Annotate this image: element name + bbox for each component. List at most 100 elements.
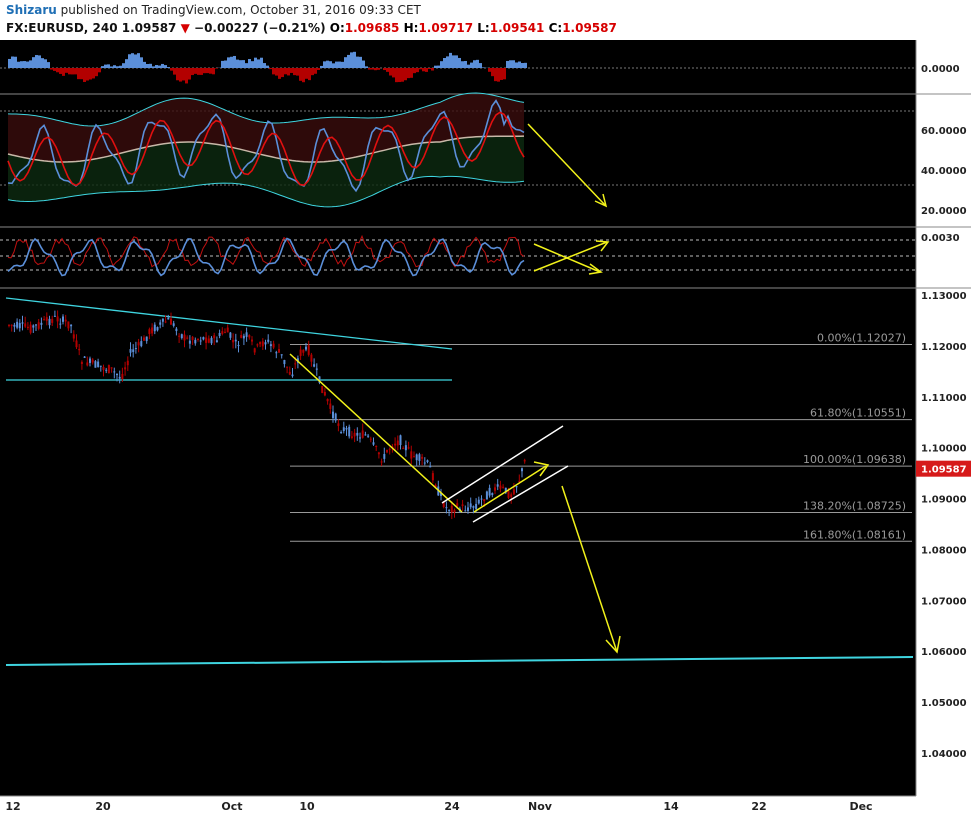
candle-body (402, 448, 405, 450)
histogram-bar (110, 66, 113, 68)
fib-level-label: 100.00%(1.09638) (803, 453, 906, 466)
candle-body (345, 428, 348, 430)
symbol-label[interactable]: FX:EURUSD, 240 (6, 21, 118, 35)
candle-body (143, 337, 145, 341)
candle-body (361, 430, 364, 438)
histogram-bar (164, 65, 167, 68)
histogram-bar (299, 68, 302, 81)
candle-body (170, 318, 172, 325)
candle-body (207, 338, 210, 343)
histogram-bar (338, 61, 341, 68)
candle-body (183, 334, 186, 341)
candle-body (213, 335, 216, 339)
candle-body (364, 434, 367, 436)
candle-body (353, 432, 356, 437)
histogram-bar (386, 68, 389, 72)
histogram-bar (302, 68, 305, 83)
candle-body (359, 437, 361, 439)
high-value: 1.09717 (418, 21, 474, 35)
candle-body (426, 460, 429, 462)
candle-body (94, 361, 97, 368)
bands-tick-label: 40.0000 (921, 166, 967, 177)
histogram-bar (374, 68, 377, 71)
histogram-bar (443, 58, 446, 68)
candle-body (288, 371, 291, 375)
histogram-bar (176, 68, 179, 81)
time-tick-label: 10 (299, 800, 315, 813)
histogram-bar (425, 68, 428, 72)
time-tick-label: 12 (5, 800, 20, 813)
candle-body (188, 340, 191, 344)
candle-body (256, 344, 259, 346)
histogram-bar (155, 65, 158, 68)
low-label: L: (477, 21, 490, 35)
histogram-bar (440, 61, 443, 68)
candle-body (145, 336, 148, 342)
candle-body (129, 349, 132, 353)
histogram-bar (419, 68, 422, 70)
candle-body (194, 339, 197, 344)
histogram-bar (422, 68, 425, 72)
down-arrow-icon: ▼ (180, 21, 190, 35)
candle-body (299, 349, 302, 356)
histogram-bar (62, 68, 65, 76)
candle-body (45, 317, 48, 321)
chart-svg[interactable]: 0.00%(1.12027) 61.80%(1.10551) 100.00%(1.0… (0, 40, 971, 821)
histogram-bar (452, 55, 455, 68)
histogram-bar (446, 56, 449, 68)
histogram-bar (14, 56, 17, 68)
ohlc-line: FX:EURUSD, 240 1.09587 ▼ −0.00227 (−0.21… (6, 21, 617, 35)
candle-body (113, 371, 116, 373)
candle-body (259, 342, 262, 345)
histogram-bar (8, 58, 11, 68)
candle-body (75, 340, 78, 348)
histogram-bar (152, 66, 155, 68)
candle-body (180, 334, 183, 339)
candle-body (226, 327, 229, 333)
histogram-bar (200, 68, 203, 75)
candle-body (404, 445, 407, 451)
histogram-bar (242, 60, 245, 68)
candle-body (291, 374, 294, 377)
histogram-bar (131, 53, 134, 68)
candle-body (13, 324, 16, 327)
candle-body (512, 489, 515, 495)
histogram-bar (221, 60, 224, 68)
histogram-bar (86, 68, 89, 81)
time-tick-label: 24 (444, 800, 460, 813)
candle-body (21, 322, 24, 324)
histogram-bar (47, 62, 50, 68)
candle-body (267, 339, 270, 342)
histogram-bar (146, 63, 149, 68)
histogram-bar (116, 66, 119, 68)
histogram-bar (335, 61, 338, 68)
candle-body (399, 435, 402, 446)
histogram-bar (314, 68, 317, 74)
histogram-bar (263, 63, 266, 68)
histogram-bar (185, 68, 188, 84)
low-value: 1.09541 (489, 21, 545, 35)
candle-body (178, 335, 181, 337)
candle-body (423, 462, 426, 464)
histogram-bar (143, 61, 146, 68)
candle-body (140, 341, 143, 347)
candle-body (502, 486, 505, 488)
histogram-bar (248, 59, 251, 68)
histogram-bar (368, 68, 371, 70)
histogram-bar (20, 61, 23, 68)
histogram-bar (125, 59, 128, 68)
author-link[interactable]: Shizaru (6, 3, 57, 17)
close-value: 1.09587 (562, 21, 617, 35)
candle-body (413, 456, 415, 458)
histogram-bar (488, 68, 491, 72)
candle-body (491, 493, 494, 496)
candle-body (64, 319, 67, 322)
histogram-bar (41, 58, 44, 68)
histogram-bar (401, 68, 404, 82)
histogram-bar (275, 68, 278, 76)
candle-body (24, 323, 27, 327)
candle-body (380, 461, 383, 463)
histogram-bar (38, 55, 41, 68)
time-tick-label: Dec (849, 800, 872, 813)
histogram-bar (224, 60, 227, 68)
